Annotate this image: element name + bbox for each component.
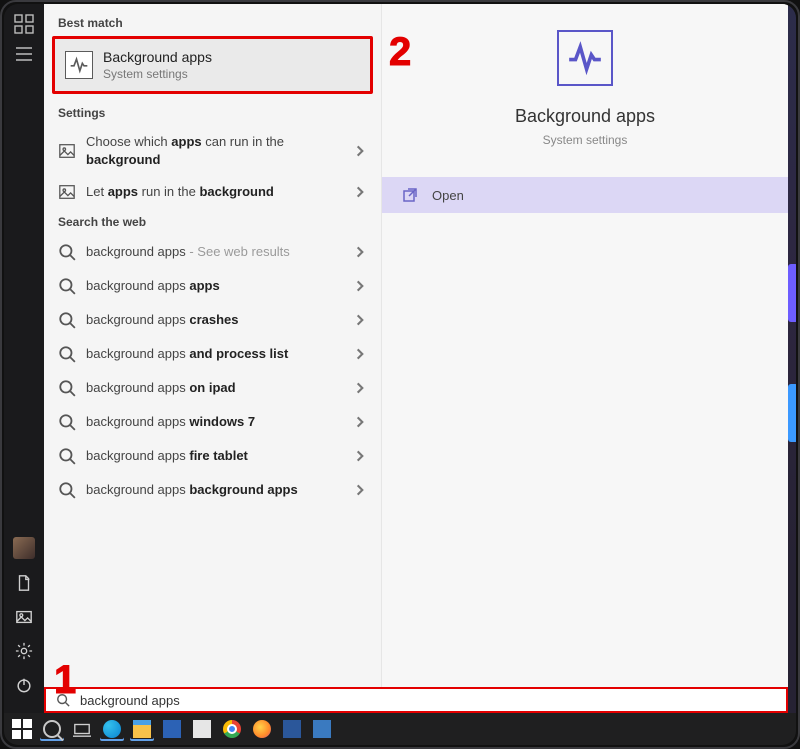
- search-icon: [58, 481, 76, 499]
- power-icon[interactable]: [14, 675, 34, 695]
- web-result-text: background apps crashes: [86, 311, 343, 329]
- taskbar-app-chrome[interactable]: [220, 717, 244, 741]
- chevron-right-icon: [353, 313, 367, 327]
- apps-grid-icon: [14, 14, 34, 34]
- activity-monitor-icon: [65, 51, 93, 79]
- web-result-3[interactable]: background apps and process list: [44, 337, 381, 371]
- search-bar[interactable]: [44, 687, 788, 713]
- taskbar-app-word[interactable]: [280, 717, 304, 741]
- web-result-text: background apps apps: [86, 277, 343, 295]
- search-results-panel: Best match Background apps System settin…: [44, 4, 788, 687]
- taskbar: [4, 713, 796, 745]
- preview-actions: Open: [382, 177, 788, 213]
- search-input[interactable]: [80, 693, 776, 708]
- web-result-4[interactable]: background apps on ipad: [44, 371, 381, 405]
- search-icon: [58, 277, 76, 295]
- taskbar-start-button[interactable]: [10, 717, 34, 741]
- search-icon: [58, 379, 76, 397]
- web-result-text: background apps fire tablet: [86, 447, 343, 465]
- web-results-list: background apps - See web results backgro…: [44, 235, 381, 507]
- activity-monitor-icon: [557, 30, 613, 86]
- settings-result-0-text: Choose which apps can run in the backgro…: [86, 133, 343, 168]
- best-match-item[interactable]: Background apps System settings: [52, 36, 373, 94]
- picture-icon: [58, 183, 76, 201]
- settings-result-1[interactable]: Let apps run in the background: [44, 175, 381, 209]
- web-result-text: background apps and process list: [86, 345, 343, 363]
- chevron-right-icon: [353, 381, 367, 395]
- chevron-right-icon: [353, 144, 367, 158]
- start-left-rail: [4, 4, 44, 713]
- open-label: Open: [432, 188, 464, 203]
- desktop-window-edge-1: [788, 264, 796, 322]
- window-root: Best match Background apps System settin…: [4, 4, 796, 745]
- chevron-right-icon: [353, 279, 367, 293]
- search-icon: [58, 311, 76, 329]
- section-settings: Settings: [44, 100, 381, 126]
- taskbar-app-mail[interactable]: [190, 717, 214, 741]
- search-icon: [58, 447, 76, 465]
- best-match-text: Background apps System settings: [103, 49, 212, 81]
- settings-gear-icon[interactable]: [14, 641, 34, 661]
- search-icon: [58, 413, 76, 431]
- chevron-right-icon: [353, 347, 367, 361]
- web-result-7[interactable]: background apps background apps: [44, 473, 381, 507]
- open-button[interactable]: Open: [382, 177, 788, 213]
- desktop-window-edge-2: [788, 384, 796, 442]
- web-result-2[interactable]: background apps crashes: [44, 303, 381, 337]
- section-best-match: Best match: [44, 10, 381, 36]
- taskbar-taskview-button[interactable]: [70, 717, 94, 741]
- best-match-title: Background apps: [103, 49, 212, 65]
- user-avatar[interactable]: [13, 537, 35, 559]
- taskbar-app-edge[interactable]: [100, 717, 124, 741]
- taskbar-app-10[interactable]: [310, 717, 334, 741]
- results-column: Best match Background apps System settin…: [44, 4, 382, 687]
- list-icon: [14, 44, 34, 64]
- settings-result-0[interactable]: Choose which apps can run in the backgro…: [44, 126, 381, 175]
- open-icon: [402, 187, 418, 203]
- preview-subtitle: System settings: [543, 133, 628, 147]
- preview-column: Background apps System settings Open: [382, 4, 788, 687]
- documents-icon[interactable]: [14, 573, 34, 593]
- search-icon: [58, 243, 76, 261]
- chevron-right-icon: [353, 449, 367, 463]
- picture-icon: [58, 142, 76, 160]
- taskbar-app-explorer[interactable]: [130, 717, 154, 741]
- annotation-1: 1: [54, 658, 76, 703]
- chevron-right-icon: [353, 483, 367, 497]
- web-result-5[interactable]: background apps windows 7: [44, 405, 381, 439]
- chevron-right-icon: [353, 415, 367, 429]
- annotation-2: 2: [389, 30, 411, 75]
- pictures-icon[interactable]: [14, 607, 34, 627]
- web-result-0[interactable]: background apps - See web results: [44, 235, 381, 269]
- taskbar-search-button[interactable]: [40, 717, 64, 741]
- preview-title: Background apps: [515, 106, 655, 127]
- desktop-peek: [788, 4, 796, 713]
- section-search-web: Search the web: [44, 209, 381, 235]
- web-result-1[interactable]: background apps apps: [44, 269, 381, 303]
- web-result-text: background apps on ipad: [86, 379, 343, 397]
- best-match-subtitle: System settings: [103, 67, 212, 81]
- search-icon: [58, 345, 76, 363]
- web-result-6[interactable]: background apps fire tablet: [44, 439, 381, 473]
- taskbar-app-store[interactable]: [160, 717, 184, 741]
- web-result-text: background apps - See web results: [86, 243, 343, 261]
- chevron-right-icon: [353, 245, 367, 259]
- chevron-right-icon: [353, 185, 367, 199]
- web-result-text: background apps windows 7: [86, 413, 343, 431]
- web-result-text: background apps background apps: [86, 481, 343, 499]
- taskbar-app-firefox[interactable]: [250, 717, 274, 741]
- settings-result-1-text: Let apps run in the background: [86, 183, 343, 201]
